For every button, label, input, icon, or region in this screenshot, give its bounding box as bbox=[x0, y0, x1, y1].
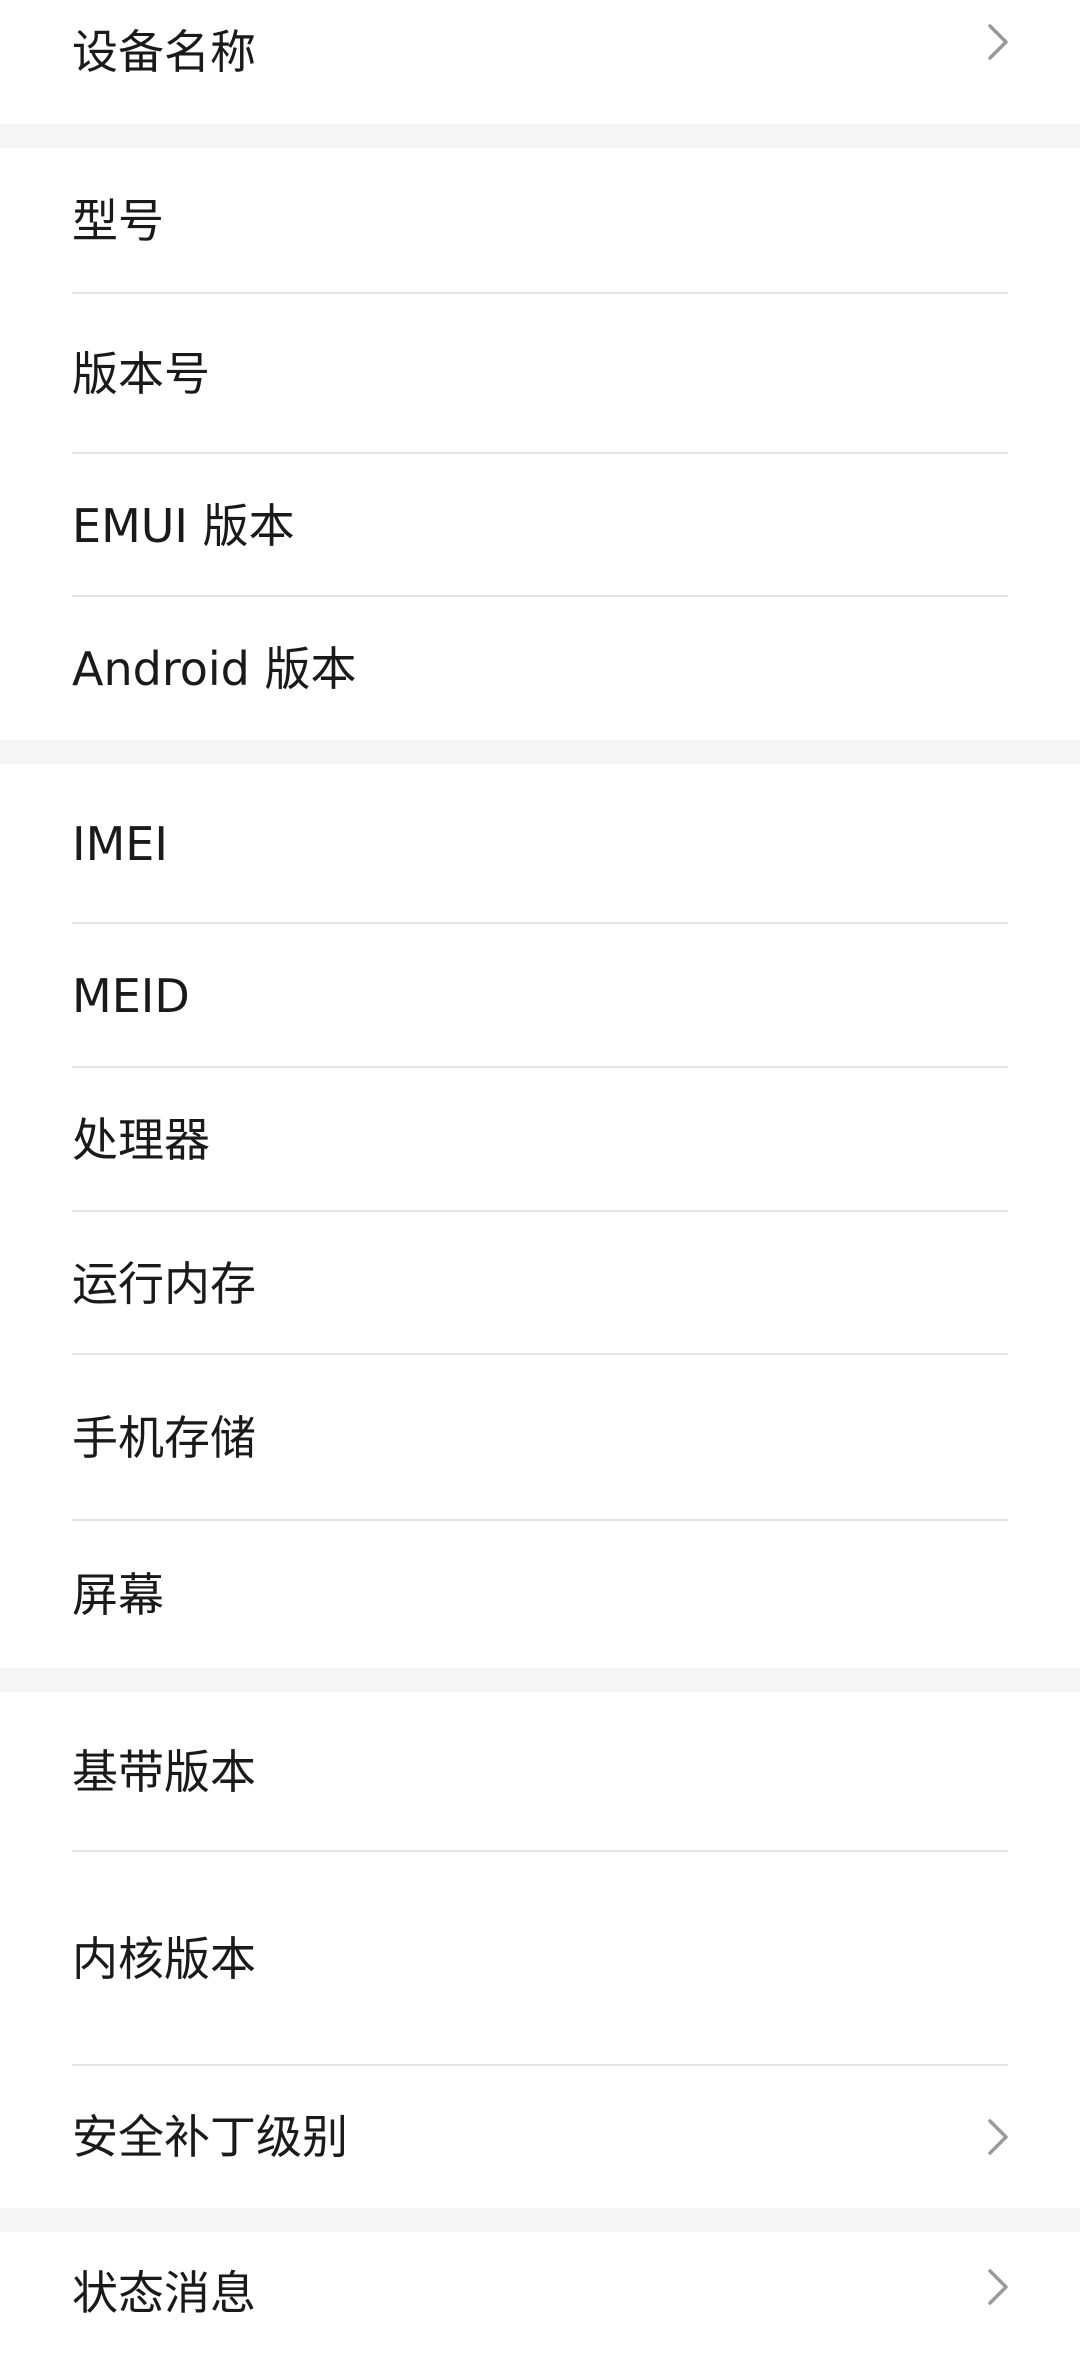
row-label: 状态消息 bbox=[72, 2266, 256, 2320]
row-label: 基带版本 bbox=[72, 1745, 256, 1799]
row-processor[interactable]: 处理器 bbox=[0, 1068, 1080, 1212]
chevron-right-icon bbox=[982, 22, 1014, 62]
row-meid[interactable]: MEID bbox=[0, 924, 1080, 1068]
row-security-patch[interactable]: 安全补丁级别 bbox=[0, 2066, 1080, 2208]
row-label: 安全补丁级别 bbox=[72, 2110, 348, 2164]
row-label: 处理器 bbox=[72, 1113, 210, 1167]
row-device-name[interactable]: 设备名称 bbox=[0, 0, 1080, 124]
row-kernel-version[interactable]: 内核版本 bbox=[0, 1852, 1080, 2066]
row-emui-version[interactable]: EMUI 版本 bbox=[0, 454, 1080, 597]
row-label: 设备名称 bbox=[72, 25, 256, 79]
row-label: MEID bbox=[72, 969, 190, 1023]
row-label: 手机存储 bbox=[72, 1411, 256, 1465]
row-label: 内核版本 bbox=[72, 1932, 256, 1986]
row-status-info[interactable]: 状态消息 bbox=[0, 2232, 1080, 2366]
row-imei[interactable]: IMEI bbox=[0, 764, 1080, 924]
chevron-right-icon bbox=[982, 2267, 1014, 2307]
row-label: 运行内存 bbox=[72, 1256, 256, 1311]
about-phone-page: 设备名称 型号 版本号 EMUI 版本 Android 版本 IMEI MEID… bbox=[0, 0, 1080, 2366]
settings-group-device-name: 设备名称 bbox=[0, 0, 1080, 124]
row-label: Android 版本 bbox=[72, 641, 357, 696]
settings-group-status: 状态消息 bbox=[0, 2232, 1080, 2366]
row-label: 版本号 bbox=[72, 347, 210, 401]
row-model[interactable]: 型号 bbox=[0, 148, 1080, 294]
settings-group-software: 型号 版本号 EMUI 版本 Android 版本 bbox=[0, 148, 1080, 740]
row-label: IMEI bbox=[72, 817, 168, 871]
row-ram[interactable]: 运行内存 bbox=[0, 1212, 1080, 1355]
settings-group-system: 基带版本 内核版本 安全补丁级别 bbox=[0, 1692, 1080, 2208]
row-build-number[interactable]: 版本号 bbox=[0, 294, 1080, 454]
row-baseband-version[interactable]: 基带版本 bbox=[0, 1692, 1080, 1852]
row-screen[interactable]: 屏幕 bbox=[0, 1521, 1080, 1668]
row-storage[interactable]: 手机存储 bbox=[0, 1355, 1080, 1521]
row-label: EMUI 版本 bbox=[72, 498, 295, 553]
row-android-version[interactable]: Android 版本 bbox=[0, 597, 1080, 740]
row-label: 屏幕 bbox=[72, 1567, 164, 1622]
row-label: 型号 bbox=[72, 194, 164, 248]
settings-group-hardware: IMEI MEID 处理器 运行内存 手机存储 屏幕 bbox=[0, 764, 1080, 1668]
chevron-right-icon bbox=[982, 2117, 1014, 2157]
